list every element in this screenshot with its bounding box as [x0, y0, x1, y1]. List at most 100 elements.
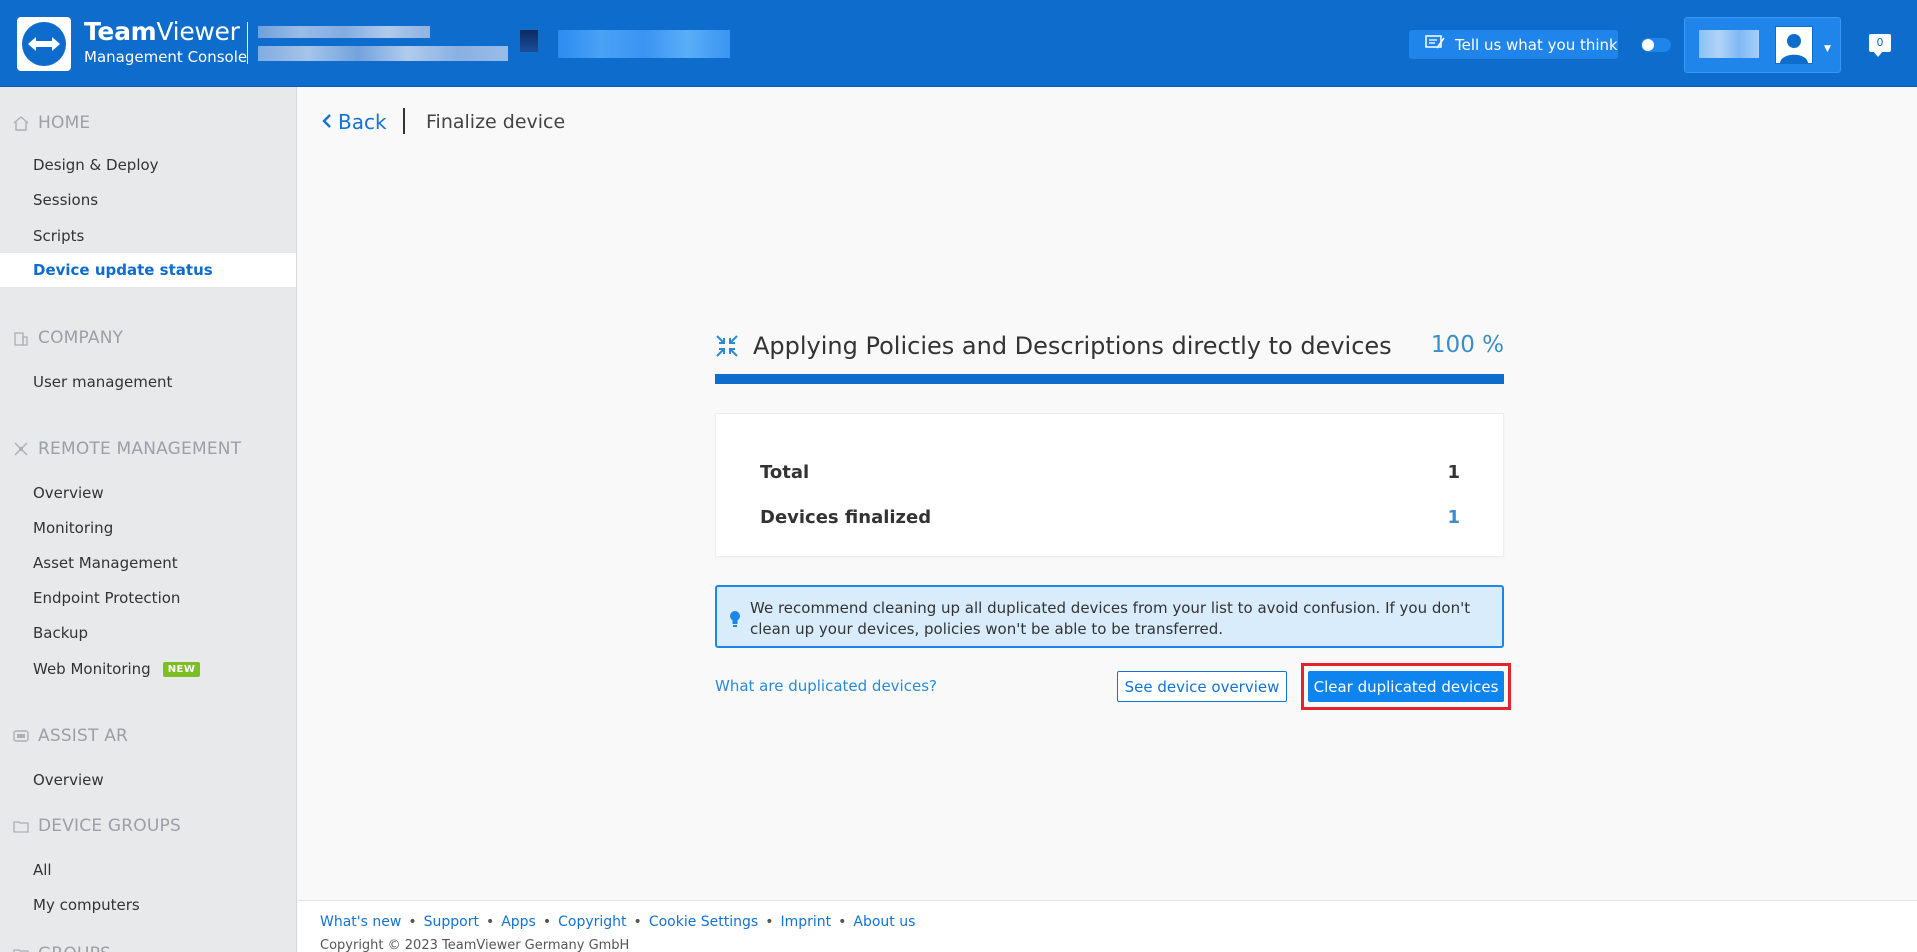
avatar-icon: [1775, 26, 1813, 64]
toggle-knob: [1642, 39, 1654, 51]
sidebar-section-label: DEVICE GROUPS: [38, 816, 181, 836]
footer-link[interactable]: Apps: [501, 914, 536, 930]
sidebar-item-label: Scripts: [33, 227, 85, 245]
sidebar-item-device-update-status[interactable]: Device update status: [0, 253, 296, 287]
sidebar-item-label: All: [33, 861, 52, 879]
footer-separator: •: [838, 914, 847, 930]
stat-row-finalized: Devices finalized 1: [760, 507, 1460, 528]
sidebar-item-monitoring[interactable]: Monitoring: [0, 511, 296, 545]
page-title: Finalize device: [426, 111, 566, 133]
brand-subtitle: Management Console: [84, 48, 248, 66]
redacted-account-detail: [258, 46, 508, 61]
new-badge: NEW: [162, 661, 201, 677]
sidebar-item-web-monitoring[interactable]: Web Monitoring NEW: [0, 652, 296, 686]
chevron-left-icon: [322, 110, 332, 134]
sidebar-section-label: GROUPS: [38, 944, 111, 952]
copyright: Copyright © 2023 TeamViewer Germany GmbH: [320, 938, 630, 952]
user-menu[interactable]: ▼: [1684, 17, 1841, 73]
teamviewer-logo-icon: [22, 22, 66, 66]
progress-header: Applying Policies and Descriptions direc…: [715, 330, 1504, 364]
footer-link[interactable]: Copyright: [558, 914, 626, 930]
sidebar-item-scripts[interactable]: Scripts: [0, 219, 296, 253]
feedback-icon: [1425, 34, 1445, 55]
folder-icon: [12, 945, 30, 952]
sidebar-section-device-groups: DEVICE GROUPS: [0, 811, 296, 841]
progress-percent: 100 %: [1430, 332, 1504, 358]
sidebar-item-label: Monitoring: [33, 519, 114, 537]
top-header: TeamViewer Management Console Tell us wh…: [0, 0, 1917, 87]
breadcrumb-divider: [403, 108, 405, 134]
clear-duplicated-devices-button[interactable]: Clear duplicated devices: [1308, 671, 1504, 702]
footer: What's new • Support • Apps • Copyright • Cookie…: [298, 900, 1917, 952]
sidebar-item-label: My computers: [33, 896, 140, 914]
footer-link[interactable]: Support: [424, 914, 479, 930]
sidebar-item-user-management[interactable]: User management: [0, 365, 296, 399]
footer-link[interactable]: What's new: [320, 914, 401, 930]
sidebar-item-label: Asset Management: [33, 554, 178, 572]
sidebar-item-label: User management: [33, 373, 173, 391]
recommendation-notice: We recommend cleaning up all duplicated …: [715, 585, 1504, 648]
stats-card: Total 1 Devices finalized 1: [715, 413, 1504, 557]
stat-value: 1: [1447, 507, 1460, 528]
sidebar-item-my-computers[interactable]: My computers: [0, 888, 296, 922]
sidebar-item-sessions[interactable]: Sessions: [0, 183, 296, 217]
home-icon: [12, 114, 30, 132]
folder-icon: [12, 817, 30, 835]
sidebar-item-label: Sessions: [33, 191, 99, 209]
sidebar-section-home: HOME: [0, 108, 296, 138]
sidebar-item-label: Backup: [33, 624, 88, 642]
footer-separator: •: [765, 914, 774, 930]
sidebar-item-endpoint-protection[interactable]: Endpoint Protection: [0, 581, 296, 615]
back-link[interactable]: Back: [322, 110, 387, 134]
brand-divider: [247, 22, 248, 64]
sidebar-item-label: Endpoint Protection: [33, 589, 181, 607]
stat-label: Total: [760, 462, 810, 483]
theme-toggle[interactable]: [1641, 38, 1671, 52]
sidebar-section-assist-ar: ASSIST AR: [0, 721, 296, 751]
notification-count: 0: [1876, 36, 1884, 49]
sidebar-item-design-deploy[interactable]: Design & Deploy: [0, 148, 296, 182]
collapse-arrows-icon: [715, 334, 739, 358]
back-label: Back: [338, 110, 387, 134]
sidebar-section-label: COMPANY: [38, 328, 124, 348]
footer-separator: •: [485, 914, 495, 930]
sidebar-item-label: Web Monitoring: [33, 660, 151, 678]
progress-title: Applying Policies and Descriptions direc…: [753, 332, 1392, 360]
brand-name-bold: Team: [84, 17, 157, 46]
feedback-label: Tell us what you think: [1455, 35, 1618, 54]
footer-link[interactable]: About us: [853, 914, 915, 930]
progress-bar-fill: [715, 374, 1504, 384]
sidebar-item-backup[interactable]: Backup: [0, 616, 296, 650]
footer-links: What's new • Support • Apps • Copyright • Cookie…: [320, 914, 915, 930]
sidebar-item-all[interactable]: All: [0, 853, 296, 887]
redacted-icon: [520, 30, 538, 52]
ar-glasses-icon: [12, 727, 30, 745]
footer-separator: •: [542, 914, 552, 930]
sidebar: HOME Design & Deploy Sessions Scripts De…: [0, 87, 297, 952]
feedback-button[interactable]: Tell us what you think: [1409, 30, 1618, 59]
stat-row-total: Total 1: [760, 462, 1460, 483]
redacted-account-name: [258, 26, 430, 38]
notification-icon[interactable]: 0: [1869, 34, 1891, 57]
footer-link[interactable]: Cookie Settings: [649, 914, 758, 930]
duplicated-devices-help-link[interactable]: What are duplicated devices?: [715, 677, 937, 695]
footer-link[interactable]: Imprint: [780, 914, 831, 930]
sidebar-item-asset-management[interactable]: Asset Management: [0, 546, 296, 580]
sidebar-section-label: ASSIST AR: [38, 726, 129, 746]
lightbulb-icon: [728, 610, 742, 628]
sidebar-item-label: Design & Deploy: [33, 156, 159, 174]
brand: TeamViewer Management Console: [84, 18, 247, 67]
recommendation-text: We recommend cleaning up all duplicated …: [750, 599, 1471, 638]
footer-separator: •: [633, 914, 642, 930]
chevron-down-icon: ▼: [1824, 44, 1831, 54]
sidebar-item-overview[interactable]: Overview: [0, 476, 296, 510]
sidebar-item-label: Overview: [33, 484, 104, 502]
footer-separator: •: [408, 914, 417, 930]
teamviewer-logo[interactable]: [17, 17, 71, 71]
redacted-selector[interactable]: [558, 30, 730, 58]
sidebar-section-company: COMPANY: [0, 323, 296, 353]
sidebar-item-assist-overview[interactable]: Overview: [0, 763, 296, 797]
see-device-overview-button[interactable]: See device overview: [1117, 671, 1287, 702]
sidebar-section-remote-management: REMOTE MANAGEMENT: [0, 434, 296, 464]
sidebar-section-label: HOME: [38, 113, 91, 133]
